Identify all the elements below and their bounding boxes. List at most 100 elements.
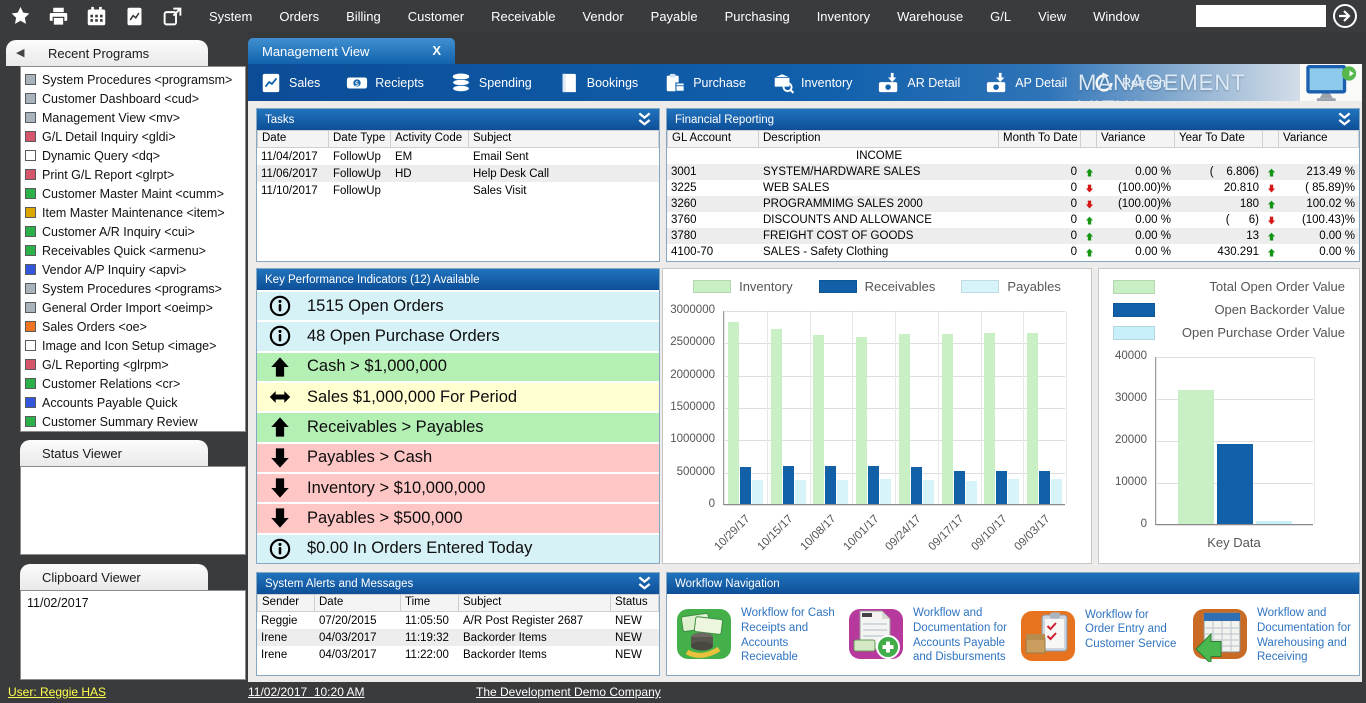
star-icon[interactable] [10, 6, 31, 27]
recent-program-item[interactable]: Management View <mv> [21, 108, 245, 127]
toolbar-button[interactable]: Purchase [664, 72, 746, 94]
column-header[interactable]: Activity Code [391, 130, 469, 148]
toolbar-button[interactable]: $ Reciepts [346, 72, 424, 94]
column-header[interactable]: GL Account [667, 130, 759, 148]
menu-item[interactable]: Warehouse [897, 9, 963, 24]
toolbar-button[interactable]: Inventory [772, 72, 852, 94]
kpi-item[interactable]: 1515 Open Orders [257, 292, 659, 320]
recent-program-item[interactable]: Image and Icon Setup <image> [21, 336, 245, 355]
kpi-item[interactable]: 48 Open Purchase Orders [257, 322, 659, 350]
group-row: INCOME [667, 148, 1359, 164]
table-row[interactable]: 11/04/2017 FollowUp EM Email Sent [257, 148, 659, 165]
column-header[interactable]: Variance [1097, 130, 1175, 148]
tab-management-view[interactable]: Management View X [248, 38, 455, 64]
recent-program-item[interactable]: System Procedures <programs> [21, 279, 245, 298]
recent-program-item[interactable]: Vendor A/P Inquiry <apvi> [21, 260, 245, 279]
collapse-chevron-icon[interactable] [636, 575, 653, 592]
column-header[interactable] [1263, 130, 1279, 148]
statusbar-user-link[interactable]: User: Reggie HAS [8, 685, 106, 699]
menu-item[interactable]: Billing [346, 9, 381, 24]
recent-program-item[interactable]: Item Master Maintenance <item> [21, 203, 245, 222]
recent-program-item[interactable]: Accounts Payable Quick [21, 393, 245, 412]
workflow-item[interactable]: Workflow for Order Entry and Customer Se… [1019, 606, 1179, 664]
menu-item[interactable]: Inventory [817, 9, 870, 24]
table-row[interactable]: 4100-70 SALES - Safety Clothing 0 0.00 %… [667, 244, 1359, 260]
toolbar-button[interactable]: Bookings [558, 72, 638, 94]
column-header[interactable]: Year To Date [1175, 130, 1263, 148]
column-header[interactable]: Date [257, 130, 329, 148]
menu-item[interactable]: Customer [408, 9, 464, 24]
table-row[interactable]: 11/10/2017 FollowUp Sales Visit [257, 182, 659, 199]
statusbar-company-link[interactable]: The Development Demo Company [476, 685, 661, 699]
table-row[interactable]: 11/06/2017 FollowUp HD Help Desk Call [257, 165, 659, 182]
column-header[interactable]: Description [759, 130, 999, 148]
collapse-chevron-icon[interactable] [636, 111, 653, 128]
kpi-item[interactable]: Payables > $500,000 [257, 504, 659, 532]
recent-program-item[interactable]: System Procedures <programsm> [21, 70, 245, 89]
workflow-item[interactable]: Workflow and Documentation for Warehousi… [1191, 604, 1351, 666]
table-row[interactable]: Irene 04/03/2017 11:19:32 Backorder Item… [257, 629, 659, 646]
table-row[interactable]: Irene 04/03/2017 11:22:00 Backorder Item… [257, 646, 659, 663]
column-header[interactable]: Month To Date [999, 130, 1081, 148]
kpi-item[interactable]: Receivables > Payables [257, 413, 659, 441]
recent-program-item[interactable]: Customer Summary Review [21, 412, 245, 431]
menu-item[interactable]: Window [1093, 9, 1139, 24]
monitor-export-icon[interactable] [1304, 64, 1358, 102]
close-icon[interactable]: X [432, 43, 441, 58]
table-row[interactable]: 3780 FREIGHT COST OF GOODS 0 0.00 % 13 0… [667, 228, 1359, 244]
menu-item[interactable]: Payable [651, 9, 698, 24]
kpi-item[interactable]: $0.00 In Orders Entered Today [257, 535, 659, 563]
column-header[interactable]: Status [611, 594, 659, 612]
menu-item[interactable]: Orders [279, 9, 319, 24]
column-header[interactable]: Subject [469, 130, 659, 148]
table-row[interactable]: 3260 PROGRAMMIMG SALES 2000 0 (100.00)% … [667, 196, 1359, 212]
column-header[interactable]: Date [315, 594, 401, 612]
table-row[interactable]: Reggie 07/20/2015 11:05:50 A/R Post Regi… [257, 612, 659, 629]
column-header[interactable]: Sender [257, 594, 315, 612]
recent-program-item[interactable]: General Order Import <oeimp> [21, 298, 245, 317]
recent-program-item[interactable]: G/L Detail Inquiry <gldi> [21, 127, 245, 146]
statusbar-datetime-link[interactable]: 11/02/2017 10:20 AM [248, 685, 365, 699]
kpi-item[interactable]: Inventory > $10,000,000 [257, 474, 659, 502]
calendar-icon[interactable] [86, 6, 107, 27]
column-header[interactable]: Variance [1279, 130, 1359, 148]
recent-program-item[interactable]: G/L Reporting <glrpm> [21, 355, 245, 374]
recent-program-item[interactable]: Receivables Quick <armenu> [21, 241, 245, 260]
table-row[interactable]: 3001 SYSTEM/HARDWARE SALES 0 0.00 % ( 6.… [667, 164, 1359, 180]
column-header[interactable] [1081, 130, 1097, 148]
workflow-item[interactable]: Workflow and Documentation for Accounts … [847, 604, 1007, 666]
menu-item[interactable]: Purchasing [725, 9, 790, 24]
toolbar-button[interactable]: Spending [450, 72, 532, 94]
workflow-item[interactable]: Workflow for Cash Receipts and Accounts … [675, 604, 835, 666]
recent-program-item[interactable]: Customer A/R Inquiry <cui> [21, 222, 245, 241]
recent-program-item[interactable]: Customer Dashboard <cud> [21, 89, 245, 108]
recent-program-item[interactable]: Dynamic Query <dq> [21, 146, 245, 165]
recent-program-item[interactable]: Customer Master Maint <cumm> [21, 184, 245, 203]
back-arrow-icon[interactable]: ◀ [16, 46, 30, 60]
recent-program-item[interactable]: Sales Orders <oe> [21, 317, 245, 336]
menu-item[interactable]: Vendor [582, 9, 623, 24]
column-header[interactable]: Date Type [329, 130, 391, 148]
recent-program-item[interactable]: Print G/L Report <glrpt> [21, 165, 245, 184]
toolbar-button[interactable]: Sales [260, 72, 320, 94]
print-icon[interactable] [48, 6, 69, 27]
menu-item[interactable]: G/L [990, 9, 1011, 24]
menu-item[interactable]: View [1038, 9, 1066, 24]
recent-program-item[interactable]: Customer Relations <cr> [21, 374, 245, 393]
column-header[interactable]: Subject [459, 594, 611, 612]
launch-icon[interactable] [162, 6, 183, 27]
column-header[interactable]: Time [401, 594, 459, 612]
kpi-item[interactable]: Cash > $1,000,000 [257, 353, 659, 381]
kpi-item[interactable]: Sales $1,000,000 For Period [257, 383, 659, 411]
toolbar-button[interactable]: AP Detail [986, 72, 1067, 94]
kpi-item[interactable]: Payables > Cash [257, 444, 659, 472]
search-go-button[interactable] [1332, 3, 1358, 29]
collapse-chevron-icon[interactable] [1336, 111, 1353, 128]
menu-item[interactable]: Receivable [491, 9, 555, 24]
search-input[interactable] [1196, 5, 1326, 27]
table-row[interactable]: 3225 WEB SALES 0 (100.00)% 20.810 ( 85.8… [667, 180, 1359, 196]
menu-item[interactable]: System [209, 9, 252, 24]
report-icon[interactable] [124, 6, 145, 27]
toolbar-button[interactable]: AR Detail [878, 72, 960, 94]
table-row[interactable]: 3760 DISCOUNTS AND ALLOWANCE 0 0.00 % ( … [667, 212, 1359, 228]
